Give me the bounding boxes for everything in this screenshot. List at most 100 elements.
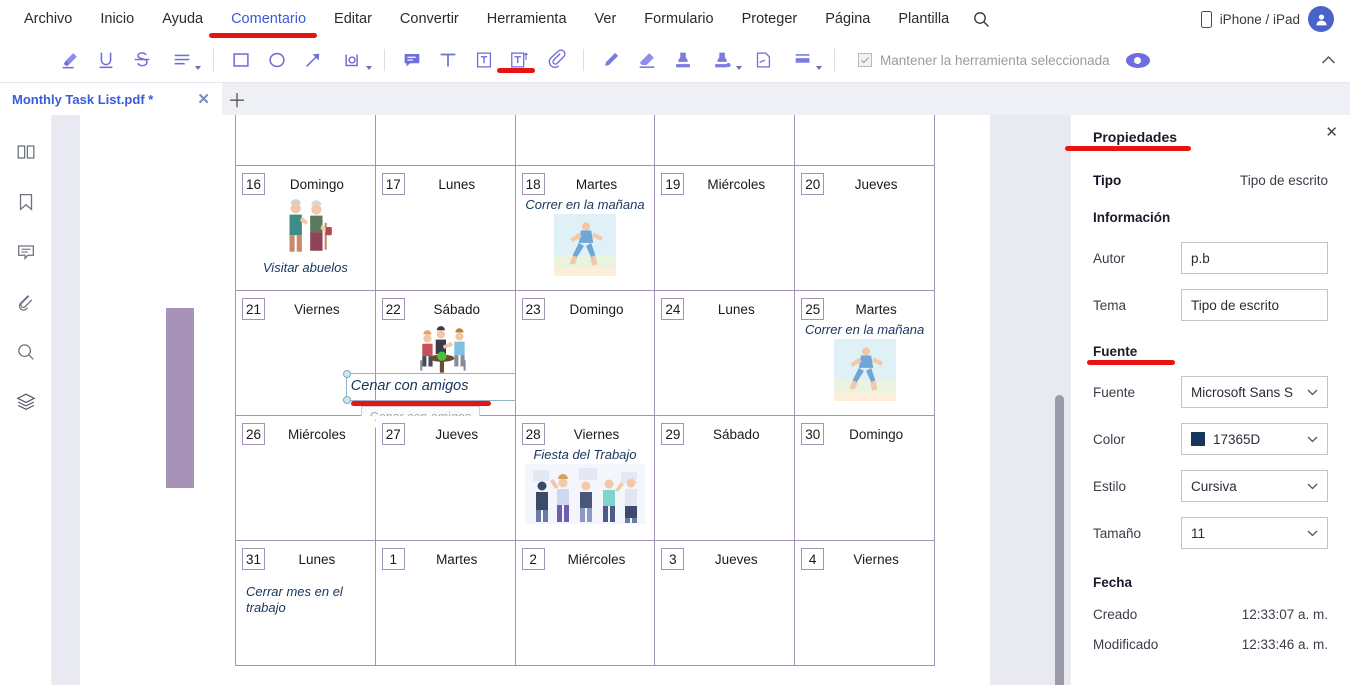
close-icon[interactable]: ✕ — [197, 90, 210, 108]
menu-item-plantilla[interactable]: Plantilla — [884, 0, 963, 38]
style-select[interactable]: Cursiva — [1181, 470, 1328, 502]
pencil-icon[interactable] — [593, 42, 629, 78]
calendar-cell[interactable]: 24 Lunes — [654, 290, 796, 416]
chevron-down-icon[interactable] — [195, 66, 201, 70]
calendar-cell[interactable]: 25 Martes Correr en la mañana — [794, 290, 935, 416]
visibility-icon[interactable] — [1125, 52, 1150, 68]
annotation-note[interactable]: Visitar abuelos — [236, 258, 375, 276]
menu-item-convertir[interactable]: Convertir — [386, 0, 473, 38]
calendar-cell[interactable]: 2 Miércoles — [514, 540, 656, 666]
color-select[interactable]: 17365D — [1181, 423, 1328, 455]
note-comment-icon[interactable] — [394, 42, 430, 78]
chevron-down-icon[interactable] — [816, 66, 822, 70]
day-name: Jueves — [854, 176, 898, 192]
close-icon[interactable]: ✕ — [1325, 123, 1338, 141]
size-select[interactable]: 11 — [1181, 517, 1328, 549]
resize-handle-bottom-left[interactable] — [342, 396, 351, 404]
menu-item-archivo[interactable]: Archivo — [10, 0, 86, 38]
calendar-cell[interactable]: 16 Domingo Visitar abuelos — [235, 165, 376, 291]
menu-item-herramienta[interactable]: Herramienta — [473, 0, 581, 38]
layers-icon[interactable] — [11, 387, 41, 417]
annotation-note[interactable]: Fiesta del Trabajo — [516, 445, 655, 463]
plus-icon[interactable]: ＋ — [222, 83, 252, 115]
keep-tool-selected-checkbox[interactable]: Mantener la herramienta seleccionada — [858, 53, 1110, 68]
calendar-cell[interactable] — [374, 115, 516, 166]
typewriter-icon[interactable] — [430, 42, 466, 78]
annotation-note[interactable]: Correr en la mañana — [795, 320, 934, 338]
menu-item-ver[interactable]: Ver — [581, 0, 631, 38]
chevron-up-icon[interactable] — [1321, 52, 1336, 69]
ellipse-icon[interactable] — [259, 42, 295, 78]
chevron-down-icon[interactable] — [1307, 385, 1318, 399]
annotation-note[interactable]: Correr en la mañana — [516, 195, 655, 213]
stamp-options-icon[interactable] — [701, 42, 745, 78]
squiggly-icon[interactable] — [160, 42, 204, 78]
area-highlight-icon[interactable] — [331, 42, 375, 78]
chevron-down-icon[interactable] — [1307, 526, 1318, 540]
chevron-down-icon[interactable] — [366, 66, 372, 70]
font-section-title: Fuente — [1093, 344, 1138, 359]
page-thumbnails-icon[interactable] — [11, 137, 41, 167]
document-tab[interactable]: Monthly Task List.pdf * ✕ — [0, 83, 222, 115]
menu-item-inicio[interactable]: Inicio — [86, 0, 148, 38]
calendar-cell[interactable]: 29 Sábado — [654, 415, 796, 541]
text-box-icon[interactable] — [466, 42, 502, 78]
fuente-red-highlight — [1087, 360, 1175, 365]
search-icon[interactable] — [11, 337, 41, 367]
chevron-down-icon[interactable] — [736, 66, 742, 70]
comments-icon[interactable] — [11, 237, 41, 267]
eraser-icon[interactable] — [629, 42, 665, 78]
menu-item-formulario[interactable]: Formulario — [630, 0, 727, 38]
strikethrough-icon[interactable] — [124, 42, 160, 78]
calendar-cell[interactable]: 30 Domingo — [794, 415, 935, 541]
menu-item-ayuda[interactable]: Ayuda — [148, 0, 217, 38]
checkbox-icon[interactable] — [858, 53, 872, 67]
calendar-cell-selected[interactable]: 22 Sábado Cenar con amigos — [342, 290, 527, 428]
arrow-icon[interactable] — [295, 42, 331, 78]
document-viewer[interactable]: 16 Domingo Visitar abuelos 17 Lunes 18 M… — [52, 115, 1070, 685]
stamp-icon[interactable] — [665, 42, 701, 78]
chevron-down-icon[interactable] — [1307, 479, 1318, 493]
calendar-cell[interactable] — [514, 115, 656, 166]
menu-item-proteger[interactable]: Proteger — [728, 0, 812, 38]
menu-item-editar[interactable]: Editar — [320, 0, 386, 38]
calendar-cell[interactable]: 4 Viernes — [794, 540, 935, 666]
calendar-cell[interactable]: 18 Martes Correr en la mañana — [514, 165, 656, 291]
calendar-cell[interactable]: 1 Martes — [374, 540, 516, 666]
day-name: Miércoles — [288, 426, 346, 442]
highlight-icon[interactable] — [52, 42, 88, 78]
chevron-down-icon[interactable] — [1307, 432, 1318, 446]
author-field[interactable]: p.b — [1181, 242, 1328, 274]
font-family-select[interactable]: Microsoft Sans S — [1181, 376, 1328, 408]
menu-item-pagina[interactable]: Página — [811, 0, 884, 38]
calendar-cell[interactable]: 27 Jueves — [374, 415, 516, 541]
calendar-cell[interactable]: 17 Lunes — [374, 165, 516, 291]
bookmarks-icon[interactable] — [11, 187, 41, 217]
user-avatar-icon[interactable] — [1308, 6, 1334, 32]
calendar-cell[interactable]: 28 Viernes Fiesta del Trabajo — [514, 415, 656, 541]
attachment-icon[interactable] — [538, 42, 574, 78]
annotation-note[interactable]: Cerrar mes en el trabajo — [236, 570, 375, 617]
calendar-cell[interactable]: 23 Domingo — [514, 290, 656, 416]
selected-annotation[interactable]: Cenar con amigos Cenar con amigos — [342, 370, 527, 428]
rectangle-icon[interactable] — [223, 42, 259, 78]
calendar-cell[interactable]: 3 Jueves — [654, 540, 796, 666]
subject-field[interactable]: Tipo de escrito — [1181, 289, 1328, 321]
pdf-page: 16 Domingo Visitar abuelos 17 Lunes 18 M… — [80, 115, 990, 685]
measure-icon[interactable] — [781, 42, 825, 78]
calendar-cell[interactable]: 20 Jueves — [794, 165, 935, 291]
calendar-cell[interactable]: 26 Miércoles — [235, 415, 376, 541]
device-label[interactable]: iPhone / iPad — [1220, 12, 1300, 27]
calendar-cell[interactable] — [794, 115, 935, 166]
underline-icon[interactable] — [88, 42, 124, 78]
calendar-cell[interactable] — [654, 115, 796, 166]
calendar-cell[interactable]: 19 Miércoles — [654, 165, 796, 291]
signature-icon[interactable] — [745, 42, 781, 78]
attachments-icon[interactable] — [11, 287, 41, 317]
document-tab-title: Monthly Task List.pdf * — [12, 91, 154, 107]
calendar-cell[interactable] — [235, 115, 376, 166]
calendar-cell[interactable]: 31 Lunes Cerrar mes en el trabajo — [235, 540, 376, 666]
resize-handle-top-left[interactable] — [342, 370, 351, 378]
vertical-scrollbar[interactable] — [1055, 395, 1064, 685]
search-icon[interactable] — [973, 11, 990, 28]
